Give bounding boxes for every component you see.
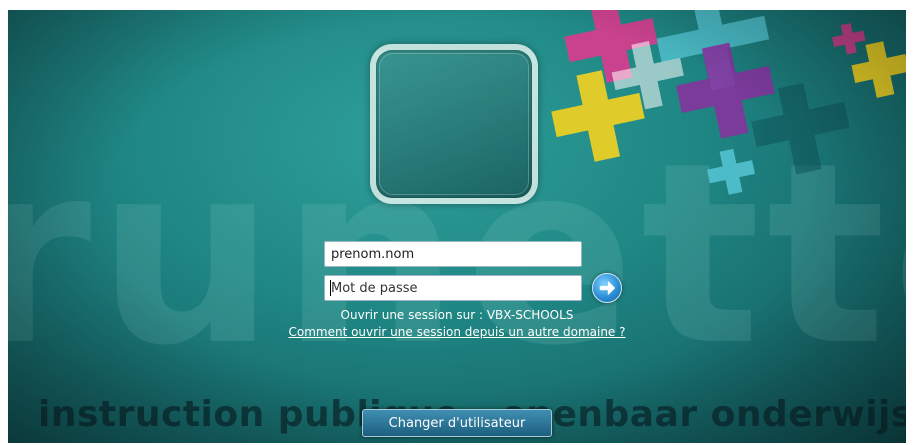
submit-login-button[interactable] bbox=[592, 273, 622, 303]
username-field[interactable] bbox=[324, 241, 582, 267]
user-avatar-frame bbox=[370, 44, 538, 204]
switch-user-button[interactable]: Changer d'utilisateur bbox=[362, 409, 552, 437]
arrow-right-icon bbox=[599, 280, 616, 296]
text-caret bbox=[330, 280, 331, 296]
other-domain-link[interactable]: Comment ouvrir une session depuis un aut… bbox=[8, 325, 906, 339]
password-field[interactable] bbox=[324, 275, 582, 301]
login-screen: runette bbox=[8, 10, 906, 443]
session-domain-text: Ouvrir une session sur : VBX-SCHOOLS bbox=[340, 308, 574, 322]
